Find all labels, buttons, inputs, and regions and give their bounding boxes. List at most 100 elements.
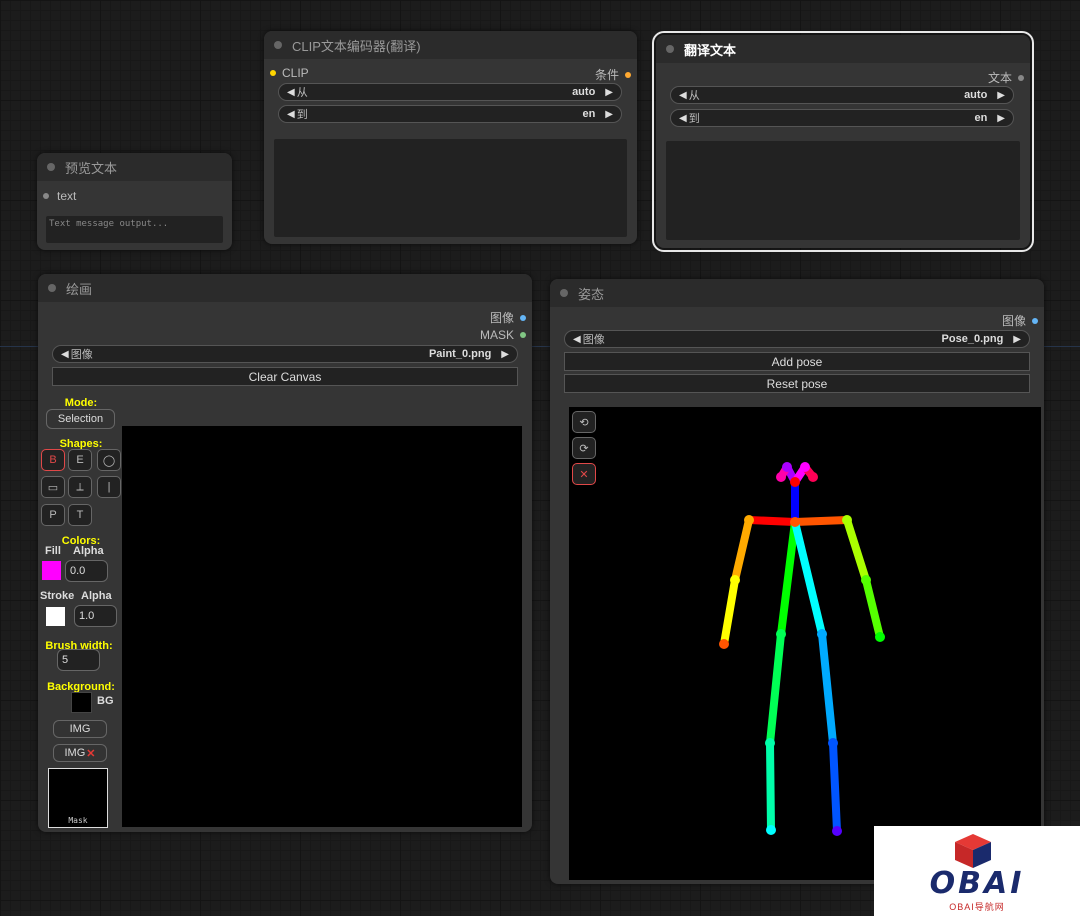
shape-brush-button[interactable]: B bbox=[41, 449, 65, 471]
collapse-dot-icon[interactable] bbox=[274, 41, 282, 49]
slot-label: MASK bbox=[479, 328, 514, 342]
stroke-alpha-label: Alpha bbox=[81, 590, 112, 602]
fill-alpha-input[interactable]: 0.0 bbox=[65, 560, 108, 582]
fill-alpha-label: Alpha bbox=[73, 545, 104, 557]
combo-to[interactable]: ◀ 到 en ▶ bbox=[278, 105, 622, 123]
button-label: ▭ bbox=[47, 481, 59, 494]
node-title-label: 姿态 bbox=[578, 286, 605, 302]
mode-selection-button[interactable]: Selection bbox=[46, 409, 115, 429]
arrow-left-icon[interactable]: ◀ bbox=[61, 349, 69, 360]
button-label: Selection bbox=[57, 413, 104, 425]
close-icon: ✕ bbox=[86, 747, 96, 760]
button-label: Add pose bbox=[771, 354, 823, 369]
slot-dot-icon[interactable] bbox=[520, 314, 526, 321]
arrow-left-icon[interactable]: ◀ bbox=[287, 87, 295, 98]
pose-canvas[interactable]: ⟲ ⟳ ✕ bbox=[569, 407, 1041, 880]
combo-to[interactable]: ◀ 到 en ▶ bbox=[670, 109, 1014, 127]
preview-output-textarea[interactable]: Text message output... bbox=[46, 216, 223, 243]
slot-dot-icon[interactable] bbox=[270, 70, 276, 76]
combo-image[interactable]: ◀ 图像 Paint_0.png ▶ bbox=[52, 345, 518, 363]
shape-line-button[interactable]: | bbox=[97, 476, 121, 498]
background-color-swatch[interactable] bbox=[71, 692, 92, 713]
node-translate-text[interactable]: 翻译文本 文本 ◀ 从 auto ▶ ◀ 到 en ▶ bbox=[652, 31, 1034, 252]
combo-image[interactable]: ◀ 图像 Pose_0.png ▶ bbox=[564, 330, 1030, 348]
input-value: 5 bbox=[62, 654, 69, 666]
text-input-area[interactable] bbox=[274, 139, 627, 237]
node-clip-translate[interactable]: CLIP文本编码器(翻译) CLIP 条件 ◀ 从 auto ▶ ◀ 到 en ▶ bbox=[264, 31, 637, 244]
input-slot-clip[interactable]: CLIP bbox=[270, 66, 309, 80]
collapse-dot-icon[interactable] bbox=[47, 163, 55, 171]
stroke-color-swatch[interactable] bbox=[46, 607, 65, 626]
node-title[interactable]: 翻译文本 bbox=[656, 35, 1030, 63]
node-preview-text[interactable]: 预览文本 text Text message output... bbox=[37, 153, 232, 250]
collapse-dot-icon[interactable] bbox=[560, 289, 568, 297]
slot-dot-icon[interactable] bbox=[625, 71, 631, 78]
output-slot-mask[interactable]: MASK bbox=[480, 328, 526, 342]
output-slot-text[interactable]: 文本 bbox=[988, 69, 1024, 86]
stroke-alpha-input[interactable]: 1.0 bbox=[74, 605, 117, 627]
input-slot-text[interactable]: text bbox=[43, 189, 76, 203]
shape-eraser-button[interactable]: E bbox=[68, 449, 92, 471]
output-slot-cond[interactable]: 条件 bbox=[595, 66, 631, 83]
slot-dot-icon[interactable] bbox=[1018, 74, 1024, 81]
arrow-right-icon[interactable]: ▶ bbox=[605, 87, 613, 98]
combo-label: 从 bbox=[296, 87, 308, 99]
node-title[interactable]: 预览文本 bbox=[37, 153, 232, 181]
mask-preview[interactable]: Mask bbox=[48, 768, 108, 828]
output-slot-image[interactable]: 图像 bbox=[490, 309, 526, 326]
node-title[interactable]: 姿态 bbox=[550, 279, 1044, 307]
fill-label: Fill bbox=[45, 545, 61, 557]
arrow-left-icon[interactable]: ◀ bbox=[573, 334, 581, 345]
combo-value: auto bbox=[964, 89, 988, 101]
combo-from[interactable]: ◀ 从 auto ▶ bbox=[278, 83, 622, 101]
arrow-right-icon[interactable]: ▶ bbox=[997, 90, 1005, 101]
slot-dot-icon[interactable] bbox=[520, 332, 526, 338]
button-label: Clear Canvas bbox=[248, 369, 322, 384]
bg-label: BG bbox=[97, 695, 114, 707]
arrow-right-icon[interactable]: ▶ bbox=[997, 113, 1005, 124]
slot-dot-icon[interactable] bbox=[43, 193, 49, 199]
collapse-dot-icon[interactable] bbox=[48, 284, 56, 292]
mask-label: Mask bbox=[68, 816, 88, 825]
slot-dot-icon[interactable] bbox=[1032, 317, 1038, 324]
button-label: IMG bbox=[69, 723, 91, 735]
pose-skeleton[interactable] bbox=[569, 407, 1041, 880]
paint-canvas[interactable] bbox=[122, 426, 522, 827]
reset-pose-button[interactable]: Reset pose bbox=[564, 374, 1030, 393]
clear-canvas-button[interactable]: Clear Canvas bbox=[52, 367, 518, 386]
shape-circle-button[interactable]: ◯ bbox=[97, 449, 121, 471]
shape-text-button[interactable]: T bbox=[68, 504, 92, 526]
combo-value: Pose_0.png bbox=[941, 333, 1004, 345]
arrow-right-icon[interactable]: ▶ bbox=[1013, 334, 1021, 345]
arrow-left-icon[interactable]: ◀ bbox=[679, 90, 687, 101]
shape-triangle-button[interactable]: ⟂ bbox=[68, 476, 92, 498]
node-painter[interactable]: 绘画 图像 MASK ◀ 图像 Paint_0.png ▶ Clear Canvas … bbox=[38, 274, 532, 832]
node-title-label: CLIP文本编码器(翻译) bbox=[292, 38, 421, 54]
combo-value: en bbox=[582, 108, 596, 120]
combo-from[interactable]: ◀ 从 auto ▶ bbox=[670, 86, 1014, 104]
brush-width-input[interactable]: 5 bbox=[57, 649, 100, 671]
node-title[interactable]: 绘画 bbox=[38, 274, 532, 302]
arrow-left-icon[interactable]: ◀ bbox=[287, 109, 295, 120]
arrow-right-icon[interactable]: ▶ bbox=[605, 109, 613, 120]
button-label: E bbox=[76, 454, 84, 466]
text-input-area[interactable] bbox=[666, 141, 1020, 240]
arrow-left-icon[interactable]: ◀ bbox=[679, 113, 687, 124]
shape-pencil-button[interactable]: P bbox=[41, 504, 65, 526]
img-remove-button[interactable]: IMG ✕ bbox=[53, 744, 107, 762]
add-pose-button[interactable]: Add pose bbox=[564, 352, 1030, 371]
combo-value: Paint_0.png bbox=[428, 348, 492, 360]
combo-label: 图像 bbox=[70, 349, 93, 361]
img-button[interactable]: IMG bbox=[53, 720, 107, 738]
shape-rectangle-button[interactable]: ▭ bbox=[41, 476, 65, 498]
slot-label: 条件 bbox=[594, 68, 619, 82]
fill-color-swatch[interactable] bbox=[42, 561, 61, 580]
arrow-right-icon[interactable]: ▶ bbox=[501, 349, 509, 360]
node-pose[interactable]: 姿态 图像 ◀ 图像 Pose_0.png ▶ Add pose Reset pose… bbox=[550, 279, 1044, 884]
node-title[interactable]: CLIP文本编码器(翻译) bbox=[264, 31, 637, 59]
output-slot-image[interactable]: 图像 bbox=[1002, 312, 1038, 329]
combo-value: auto bbox=[572, 86, 596, 98]
button-label: | bbox=[107, 481, 111, 493]
logo-subtext: OBAI导航网 bbox=[949, 902, 1005, 912]
collapse-dot-icon[interactable] bbox=[666, 45, 674, 53]
